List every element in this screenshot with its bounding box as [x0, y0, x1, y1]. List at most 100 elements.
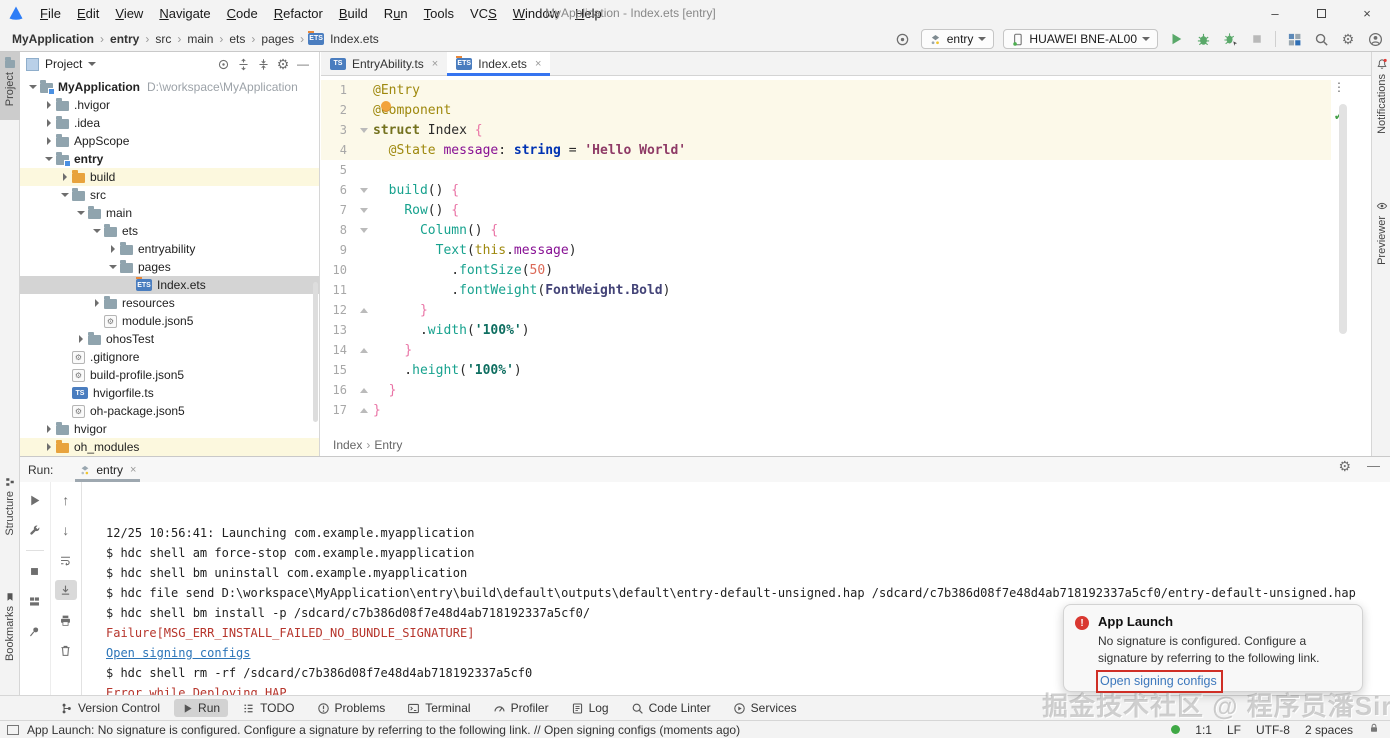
code-line[interactable]: 13 .width('100%') — [321, 320, 1331, 340]
run-tab-entry[interactable]: entry × — [75, 457, 140, 482]
code-line[interactable]: 8 Column() { — [321, 220, 1331, 240]
tree-chevron[interactable] — [42, 425, 56, 433]
toolwindow-button-profiler[interactable]: Profiler — [485, 699, 557, 717]
toolwindow-button-code-linter[interactable]: Code Linter — [623, 699, 719, 717]
editor-tab-entryability-ts[interactable]: TSEntryAbility.ts× — [321, 52, 447, 75]
close-icon[interactable]: × — [432, 58, 438, 70]
stripe-tab-bookmarks[interactable]: Bookmarks — [0, 592, 20, 661]
lock-icon[interactable] — [1368, 722, 1380, 737]
tree-row[interactable]: AppScope — [20, 132, 319, 150]
breadcrumb-item-main[interactable]: main — [185, 32, 215, 46]
project-settings-gear-icon[interactable]: ⚙ — [273, 55, 293, 73]
project-scrollbar[interactable] — [313, 282, 318, 422]
tree-chevron[interactable] — [42, 137, 56, 145]
stripe-tab-project[interactable]: Project — [0, 52, 20, 120]
tree-row[interactable]: TShvigorfile.ts — [20, 384, 319, 402]
expand-all-icon[interactable] — [233, 55, 253, 73]
code-line[interactable]: 9 Text(this.message) — [321, 240, 1331, 260]
editor-breadcrumb-item[interactable]: Index — [333, 438, 362, 452]
tree-row[interactable]: ⚙.gitignore — [20, 348, 319, 366]
toolwindow-button-log[interactable]: Log — [563, 699, 617, 717]
tree-row[interactable]: hvigor — [20, 420, 319, 438]
stop-button[interactable] — [24, 561, 46, 581]
toolwindow-button-version-control[interactable]: Version Control — [52, 699, 168, 717]
print-icon[interactable] — [55, 610, 77, 630]
fold-marker[interactable] — [355, 308, 373, 313]
account-icon[interactable] — [1366, 30, 1384, 48]
target-icon[interactable] — [894, 30, 912, 48]
code-line[interactable]: 1@Entry — [321, 80, 1331, 100]
toolwindow-button-run[interactable]: Run — [174, 699, 228, 717]
menu-item-refactor[interactable]: Refactor — [266, 6, 331, 21]
scroll-to-end-icon[interactable] — [55, 580, 77, 600]
menu-item-file[interactable]: File — [32, 6, 69, 21]
stripe-tab-previewer[interactable]: Previewer — [1372, 200, 1390, 265]
tree-chevron[interactable] — [42, 443, 56, 451]
indent-setting[interactable]: 2 spaces — [1305, 723, 1353, 737]
breadcrumb-item-ets[interactable]: ets — [227, 32, 247, 46]
profiler-icon[interactable] — [1285, 30, 1303, 48]
intention-bulb-icon[interactable] — [381, 101, 391, 111]
minimize-button[interactable]: – — [1252, 0, 1298, 26]
down-stack-trace-icon[interactable]: ↓ — [55, 520, 77, 540]
breadcrumb-item-index.ets[interactable]: Index.ets — [328, 32, 381, 46]
run-button[interactable] — [1167, 30, 1185, 48]
menu-item-vcs[interactable]: VCS — [462, 6, 505, 21]
breadcrumb-item-src[interactable]: src — [153, 32, 173, 46]
fold-marker[interactable] — [355, 208, 373, 213]
code-line[interactable]: 4 @State message: string = 'Hello World' — [321, 140, 1331, 160]
tree-chevron[interactable] — [58, 173, 72, 181]
rerun-button[interactable] — [24, 490, 46, 510]
wrench-icon[interactable] — [24, 520, 46, 540]
menu-item-view[interactable]: View — [107, 6, 151, 21]
menu-item-edit[interactable]: Edit — [69, 6, 107, 21]
menu-item-run[interactable]: Run — [376, 6, 416, 21]
tree-row[interactable]: MyApplicationD:\workspace\MyApplication — [20, 78, 319, 96]
soft-wrap-icon[interactable] — [55, 550, 77, 570]
search-everywhere-icon[interactable] — [1312, 30, 1330, 48]
menu-item-tools[interactable]: Tools — [416, 6, 462, 21]
tree-chevron[interactable] — [26, 85, 40, 89]
code-line[interactable]: 12 } — [321, 300, 1331, 320]
code-editor[interactable]: 1@Entry2@Component3struct Index {4 @Stat… — [321, 80, 1331, 420]
hide-run-panel-icon[interactable]: — — [1367, 458, 1380, 473]
code-line[interactable]: 7 Row() { — [321, 200, 1331, 220]
tree-row[interactable]: oh_modules — [20, 438, 319, 456]
tree-row[interactable]: ⚙module.json5 — [20, 312, 319, 330]
code-line[interactable]: 11 .fontWeight(FontWeight.Bold) — [321, 280, 1331, 300]
tree-row[interactable]: ⚙oh-package.json5 — [20, 402, 319, 420]
tree-chevron[interactable] — [42, 101, 56, 109]
toolwindow-button-problems[interactable]: Problems — [309, 699, 394, 717]
tree-row[interactable]: entryability — [20, 240, 319, 258]
code-line[interactable]: 17} — [321, 400, 1331, 420]
code-line[interactable]: 15 .height('100%') — [321, 360, 1331, 380]
tree-row[interactable]: entry — [20, 150, 319, 168]
tree-chevron[interactable] — [74, 211, 88, 215]
hide-panel-icon[interactable]: — — [293, 55, 313, 73]
toolwindow-button-services[interactable]: Services — [725, 699, 805, 717]
tree-chevron[interactable] — [58, 193, 72, 197]
tool-window-toggle-icon[interactable] — [7, 725, 19, 735]
fold-marker[interactable] — [355, 228, 373, 233]
project-panel-title[interactable]: Project — [45, 57, 82, 71]
close-button[interactable]: × — [1344, 0, 1390, 26]
tree-row[interactable]: ETSIndex.ets — [20, 276, 319, 294]
editor-tab-index-ets[interactable]: ETSIndex.ets× — [447, 52, 550, 75]
tree-row[interactable]: resources — [20, 294, 319, 312]
open-signing-configs-link[interactable]: Open signing configs — [1100, 674, 1217, 688]
tree-row[interactable]: ⚙build-profile.json5 — [20, 366, 319, 384]
toolwindow-button-terminal[interactable]: Terminal — [399, 699, 478, 717]
file-encoding[interactable]: UTF-8 — [1256, 723, 1290, 737]
editor-breadcrumb-item[interactable]: Entry — [374, 438, 402, 452]
stripe-tab-structure[interactable]: Structure — [0, 477, 20, 536]
fold-marker[interactable] — [355, 188, 373, 193]
code-line[interactable]: 5 — [321, 160, 1331, 180]
tree-chevron[interactable] — [106, 265, 120, 269]
close-icon[interactable]: × — [535, 58, 541, 70]
code-line[interactable]: 10 .fontSize(50) — [321, 260, 1331, 280]
clear-console-icon[interactable] — [55, 640, 77, 660]
close-icon[interactable]: × — [130, 464, 136, 476]
locate-file-icon[interactable] — [213, 55, 233, 73]
tree-row[interactable]: build — [20, 168, 319, 186]
tree-chevron[interactable] — [90, 229, 104, 233]
